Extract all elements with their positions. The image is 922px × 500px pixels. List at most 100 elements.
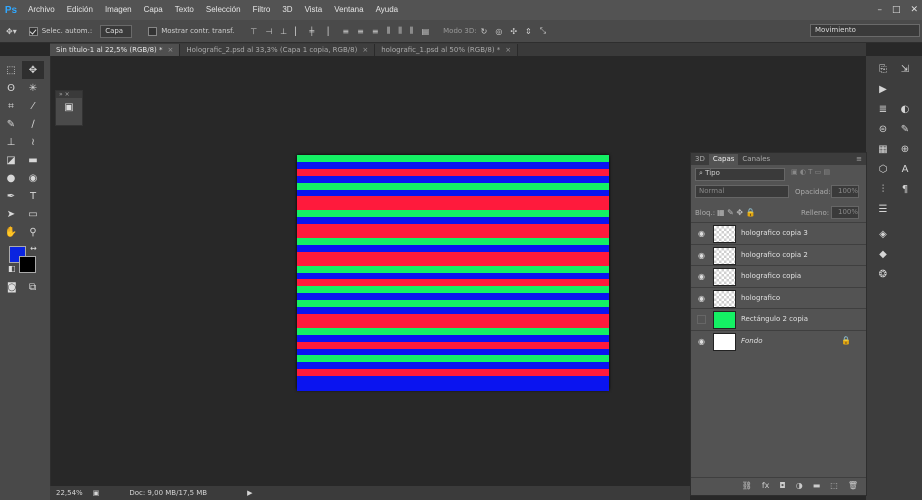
zoom-icon[interactable]: ⚲: [22, 223, 44, 241]
rotate-3d-icon[interactable]: ↻: [481, 27, 488, 36]
auto-align-icon[interactable]: ▤: [422, 27, 430, 36]
tab-channels[interactable]: Canales: [738, 154, 774, 165]
eye-icon[interactable]: ◉: [697, 272, 706, 281]
roll-3d-icon[interactable]: ◎: [495, 27, 502, 36]
fill-field[interactable]: 100%: [831, 206, 859, 219]
healing-icon[interactable]: ✎: [0, 115, 22, 133]
swatches-icon[interactable]: ▦: [876, 142, 890, 156]
tool-presets-icon[interactable]: ▣: [56, 102, 82, 113]
lock-icons[interactable]: ▦ ✎ ✥ 🔒: [717, 208, 756, 217]
history-brush-icon[interactable]: ≀: [22, 133, 44, 151]
align-hcenter-icon[interactable]: ╪: [309, 27, 314, 36]
new-layer-icon[interactable]: ⬚: [830, 481, 838, 490]
actions-icon[interactable]: ▶: [876, 82, 890, 96]
type-panel-icon[interactable]: A: [898, 162, 912, 176]
zoom-level[interactable]: 22,54%: [56, 489, 83, 497]
layers-panel-icon[interactable]: ◆: [876, 247, 890, 261]
menu-item[interactable]: Ventana: [328, 0, 369, 20]
layer-row[interactable]: Rectángulo 2 copia: [691, 308, 866, 330]
layer-row[interactable]: ◉ holografico copia 2: [691, 243, 866, 266]
lasso-icon[interactable]: ʘ: [0, 79, 22, 97]
menu-item[interactable]: Vista: [299, 0, 329, 20]
blend-mode-dropdown[interactable]: Normal: [695, 185, 789, 198]
status-menu-arrow-icon[interactable]: ▶: [247, 489, 252, 497]
adjustments-icon[interactable]: ⊜: [876, 122, 890, 136]
history-icon[interactable]: ⎘: [876, 62, 890, 76]
distribute-right-icon[interactable]: ⫼: [410, 26, 414, 36]
distribute-bottom-icon[interactable]: ≡: [372, 27, 379, 36]
tab-layers[interactable]: Capas: [708, 154, 739, 165]
path-select-icon[interactable]: ➤: [0, 205, 22, 223]
hand-icon[interactable]: ✋: [0, 223, 22, 241]
eyedropper-icon[interactable]: ⁄: [22, 97, 44, 115]
autoselect-checkbox[interactable]: [28, 26, 38, 36]
menu-item[interactable]: Archivo: [22, 0, 61, 20]
menu-item[interactable]: Ayuda: [370, 0, 405, 20]
slide-3d-icon[interactable]: ⇕: [525, 27, 532, 36]
panel-collapse-icon[interactable]: » ×: [56, 91, 82, 98]
adjustment-layer-icon[interactable]: ◑: [796, 481, 803, 490]
layer-row[interactable]: ◉ holografico copia: [691, 265, 866, 287]
visibility-off-box[interactable]: [697, 315, 706, 324]
status-preview-icon[interactable]: ▣: [93, 489, 100, 497]
close-tab-icon[interactable]: ×: [362, 46, 368, 54]
menu-item[interactable]: Selección: [200, 0, 247, 20]
align-top-icon[interactable]: ⊤: [250, 27, 257, 36]
layer-row[interactable]: ◉ Fondo 🔒: [691, 329, 866, 352]
filter-type-icons[interactable]: ▣ ◐ T ▭ ▤: [791, 168, 830, 176]
autoselect-dropdown[interactable]: Capa: [100, 24, 133, 38]
background-color-swatch[interactable]: [19, 256, 36, 273]
move-tool-preset-icon[interactable]: ✥▾: [6, 27, 17, 36]
menu-item[interactable]: Edición: [61, 0, 99, 20]
minimize-icon[interactable]: –: [877, 5, 882, 15]
close-tab-icon[interactable]: ×: [168, 46, 174, 54]
quick-mask-icon[interactable]: ◙: [7, 282, 17, 293]
tab-document-2[interactable]: Holografic_2.psd al 33,3% (Capa 1 copia,…: [180, 44, 376, 56]
distribute-left-icon[interactable]: ⫼: [387, 26, 391, 36]
screen-mode-icon[interactable]: ⧉: [29, 282, 36, 293]
pen-icon[interactable]: ✒: [0, 187, 22, 205]
workspace-dropdown[interactable]: Movimiento: [810, 24, 920, 37]
layer-filter-dropdown[interactable]: ⌕ Tipo: [695, 168, 785, 181]
channels-icon[interactable]: ❂: [876, 267, 890, 281]
3d-panel-icon[interactable]: ◈: [876, 227, 890, 241]
opacity-field[interactable]: 100%: [831, 185, 859, 198]
menu-item[interactable]: Texto: [169, 0, 200, 20]
transform-controls-checkbox[interactable]: [148, 26, 158, 36]
document-canvas[interactable]: [297, 155, 609, 391]
shape-icon[interactable]: ▭: [22, 205, 44, 223]
eraser-icon[interactable]: ◪: [0, 151, 22, 169]
new-group-icon[interactable]: ▬: [813, 481, 821, 490]
delete-layer-icon[interactable]: 🗑: [848, 481, 858, 490]
tab-3d[interactable]: 3D: [691, 154, 709, 165]
align-bottom-icon[interactable]: ⊥: [280, 27, 287, 36]
menu-item[interactable]: Imagen: [99, 0, 138, 20]
tab-document-3[interactable]: holografic_1.psd al 50% (RGB/8) * ×: [375, 44, 519, 56]
default-colors-icon[interactable]: ◧: [8, 264, 16, 273]
stamp-icon[interactable]: ⊥: [0, 133, 22, 151]
styles-icon[interactable]: ⬡: [876, 162, 890, 176]
distribute-hcenter-icon[interactable]: ⫼: [398, 26, 402, 36]
align-left-icon[interactable]: ▏: [295, 27, 301, 36]
magic-wand-icon[interactable]: ✳: [22, 79, 44, 97]
scale-3d-icon[interactable]: ⤡: [540, 26, 546, 36]
close-tab-icon[interactable]: ×: [505, 46, 511, 54]
layer-row[interactable]: ◉ holografico copia 3: [691, 222, 866, 244]
type-icon[interactable]: T: [22, 187, 44, 205]
align-vcenter-icon[interactable]: ⊣: [265, 27, 272, 36]
blur-icon[interactable]: ●: [0, 169, 22, 187]
eye-icon[interactable]: ◉: [697, 294, 706, 303]
close-icon[interactable]: ✕: [910, 5, 918, 15]
character-icon[interactable]: ⇲: [898, 62, 912, 76]
brush-icon[interactable]: ∕: [22, 115, 44, 133]
layer-mask-icon[interactable]: ◘: [779, 481, 785, 490]
layer-row[interactable]: ◉ holografico: [691, 286, 866, 309]
menu-item[interactable]: Capa: [138, 0, 169, 20]
distribute-top-icon[interactable]: ≡: [342, 27, 349, 36]
menu-item[interactable]: Filtro: [247, 0, 277, 20]
eye-icon[interactable]: ◉: [697, 337, 706, 346]
panel-menu-icon[interactable]: ≡: [852, 154, 866, 165]
brush-settings-icon[interactable]: ✎: [898, 122, 912, 136]
gradient-icon[interactable]: ▬: [22, 151, 44, 169]
paragraph-icon[interactable]: ⫶: [876, 182, 890, 196]
